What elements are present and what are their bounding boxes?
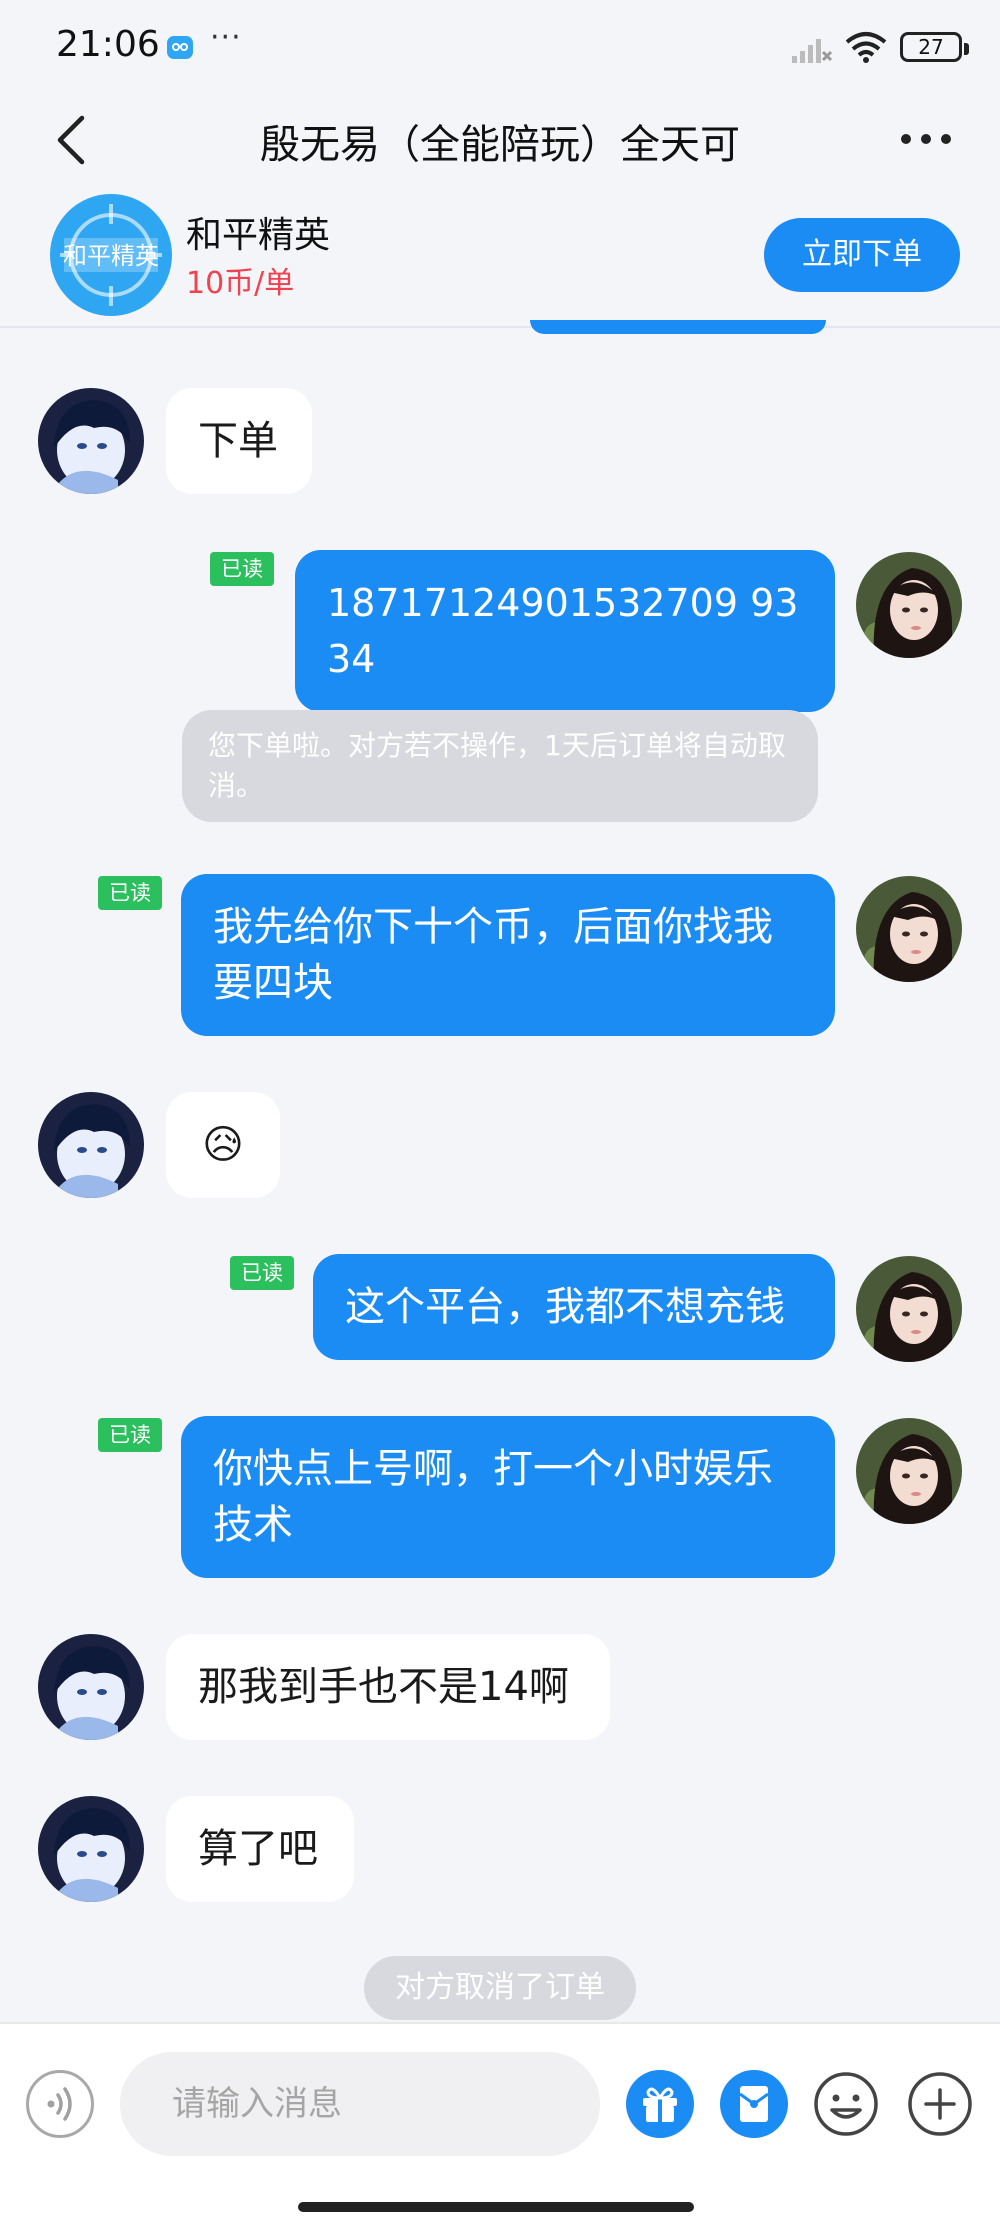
plus-icon [908, 2072, 972, 2136]
signal-icon [792, 39, 833, 63]
nav-bar: 殷无易（全能陪玩）全天可 [0, 88, 1000, 188]
message-bubble[interactable]: 18717124901532709 9334 [295, 550, 835, 712]
read-badge: 已读 [98, 1418, 162, 1452]
message-input[interactable] [120, 2052, 600, 2156]
message-bubble-emoji[interactable]: 😥 [166, 1092, 280, 1198]
product-card: 和平精英 和平精英 10币/单 立即下单 [0, 188, 1000, 328]
back-icon[interactable] [50, 114, 94, 166]
product-logo: 和平精英 [50, 194, 172, 316]
product-logo-text: 和平精英 [63, 242, 159, 270]
input-bar [0, 2022, 1000, 2222]
order-cancelled-note: 对方取消了订单 [364, 1956, 636, 2020]
voice-icon [47, 2087, 72, 2121]
status-bar: 21:06 ··· 27 [0, 0, 1000, 88]
plus-button[interactable] [906, 2070, 974, 2138]
my-avatar[interactable] [856, 552, 962, 658]
red-packet-button[interactable] [720, 2070, 788, 2138]
message-bubble[interactable]: 下单 [166, 388, 312, 494]
red-packet-icon [739, 2086, 769, 2122]
more-icon[interactable] [896, 114, 956, 164]
partner-avatar[interactable] [38, 1634, 144, 1740]
message-bubble[interactable]: 你快点上号啊，打一个小时娱乐技术 [181, 1416, 835, 1578]
my-avatar[interactable] [856, 1418, 962, 1524]
read-badge: 已读 [230, 1256, 294, 1290]
message-bubble[interactable]: 我先给你下十个币，后面你找我要四块 [181, 874, 835, 1036]
read-badge: 已读 [98, 876, 162, 910]
system-order-note: 您下单啦。对方若不操作，1天后订单将自动取消。 [182, 710, 818, 822]
chat-title: 殷无易（全能陪玩）全天可 [260, 122, 740, 168]
gift-button[interactable] [626, 2070, 694, 2138]
read-badge: 已读 [210, 552, 274, 586]
order-now-button[interactable]: 立即下单 [764, 218, 960, 292]
battery-level: 27 [918, 35, 944, 59]
voice-button[interactable] [26, 2070, 94, 2138]
status-more-icon: ··· [210, 20, 242, 55]
partial-message-bubble [530, 320, 826, 334]
my-avatar[interactable] [856, 876, 962, 982]
message-bubble[interactable]: 那我到手也不是14啊 [166, 1634, 610, 1740]
home-indicator[interactable] [298, 2202, 694, 2212]
wifi-icon [845, 32, 887, 63]
emoji-button[interactable] [812, 2070, 880, 2138]
app-notification-icon [167, 36, 193, 59]
message-bubble[interactable]: 这个平台，我都不想充钱 [313, 1254, 835, 1360]
product-price: 10币/单 [186, 266, 295, 301]
gift-icon [643, 2087, 677, 2122]
emoji-icon [814, 2072, 878, 2136]
product-name: 和平精英 [186, 215, 331, 256]
status-time: 21:06 [56, 24, 160, 65]
my-avatar[interactable] [856, 1256, 962, 1362]
partner-avatar[interactable] [38, 1092, 144, 1198]
partner-avatar[interactable] [38, 1796, 144, 1902]
battery-icon: 27 [900, 32, 969, 62]
partner-avatar[interactable] [38, 388, 144, 494]
message-bubble[interactable]: 算了吧 [166, 1796, 354, 1902]
